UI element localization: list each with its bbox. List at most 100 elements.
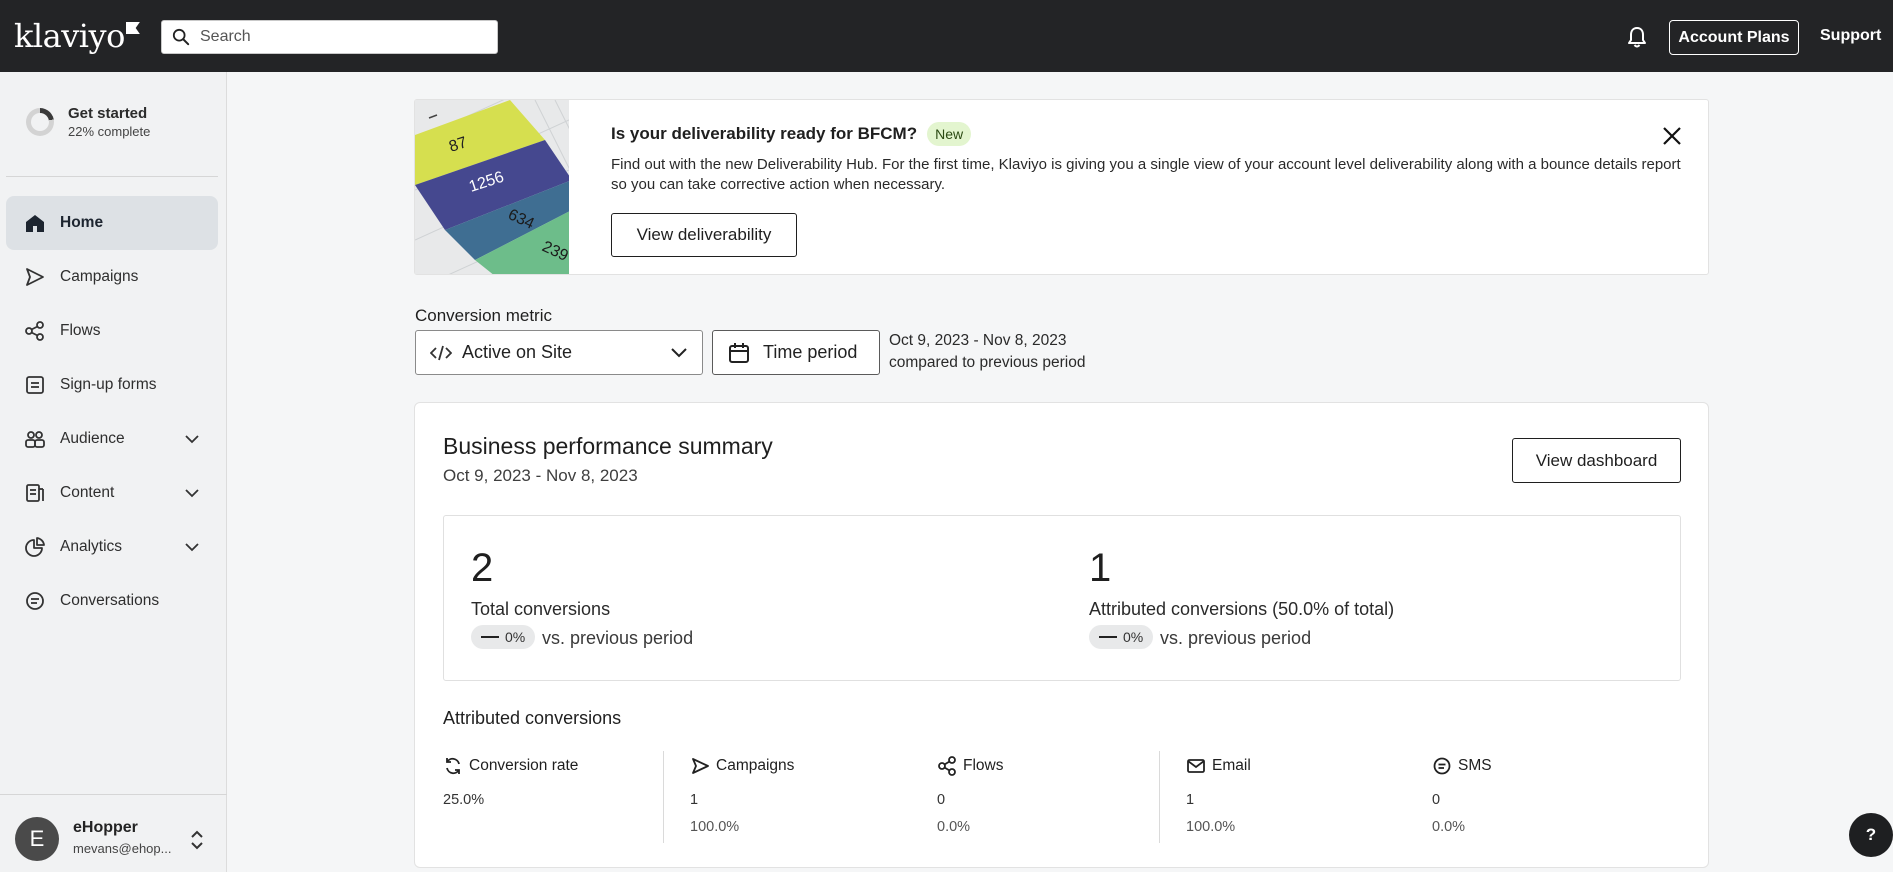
conversion-metric-value: Active on Site: [462, 342, 573, 362]
sidebar-item-label: Content: [60, 484, 115, 501]
support-link[interactable]: Support: [1820, 27, 1881, 45]
sidebar-nav: Home Campaigns Flows Sign-up forms Audie…: [6, 196, 218, 628]
user-menu[interactable]: E eHopper mevans@ehop...: [0, 794, 227, 872]
metric-percent: 100.0%: [690, 819, 740, 835]
dash-icon: [1099, 636, 1117, 638]
metric-label: Campaigns: [716, 757, 795, 774]
chevron-down-icon: [185, 435, 199, 444]
klaviyo-logo[interactable]: klaviyo: [14, 18, 140, 54]
banner-title: Is your deliverability ready for BFCM? N…: [611, 122, 972, 146]
stat-value: 1: [1089, 546, 1112, 590]
close-icon[interactable]: [1662, 126, 1682, 146]
business-performance-card: Business performance summary Oct 9, 2023…: [414, 402, 1709, 868]
metric-label: SMS: [1458, 757, 1492, 774]
view-deliverability-button[interactable]: View deliverability: [611, 213, 797, 257]
avatar: E: [15, 817, 59, 861]
user-name: eHopper: [73, 819, 138, 836]
user-email: mevans@ehop...: [73, 841, 172, 856]
sidebar-item-label: Conversations: [60, 592, 160, 609]
bell-icon[interactable]: [1626, 25, 1648, 49]
refresh-icon: [446, 757, 460, 775]
chevron-down-icon: [185, 489, 199, 498]
sidebar-item-label: Campaigns: [60, 268, 139, 285]
metric-percent: 0.0%: [937, 819, 971, 835]
divider: [663, 751, 664, 843]
chevron-updown-icon: [191, 830, 203, 850]
progress-ring: [26, 108, 54, 136]
content-icon: [24, 482, 46, 504]
send-icon: [692, 758, 709, 774]
get-started-progress: 22% complete: [68, 124, 151, 139]
get-started[interactable]: Get started 22% complete: [26, 105, 150, 139]
account-plans-button[interactable]: Account Plans: [1669, 20, 1799, 55]
home-icon: [24, 212, 46, 234]
help-button[interactable]: ?: [1849, 813, 1893, 857]
metric-sms: SMS 0 0.0%: [1432, 756, 1492, 835]
chevron-down-icon: [671, 348, 687, 358]
new-badge: New: [927, 122, 972, 146]
metric-value: 0: [937, 792, 946, 808]
sidebar-item-content[interactable]: Content: [6, 466, 218, 520]
metric-percent: 100.0%: [1186, 819, 1236, 835]
sidebar-item-audience[interactable]: Audience: [6, 412, 218, 466]
sidebar-item-label: Flows: [60, 322, 101, 339]
view-dashboard-button[interactable]: View dashboard: [1512, 438, 1681, 483]
sidebar-item-flows[interactable]: Flows: [6, 304, 218, 358]
banner-description: Find out with the new Deliverability Hub…: [611, 156, 1681, 193]
top-bar: klaviyo Account Plans Support: [0, 0, 1893, 72]
metric-percent: 0.0%: [1432, 819, 1466, 835]
flows-icon: [24, 320, 46, 342]
metric-value: 1: [1186, 792, 1195, 808]
form-icon: [24, 374, 46, 396]
metric-value: 25.0%: [443, 792, 485, 808]
time-period-label: Time period: [763, 342, 858, 362]
attributed-conversions-title: Attributed conversions: [443, 708, 622, 728]
stat-comparison: vs. previous period: [1160, 628, 1312, 648]
sms-icon: [1433, 757, 1451, 775]
sidebar-item-campaigns[interactable]: Campaigns: [6, 250, 218, 304]
logo-flag-icon: [125, 22, 140, 34]
dash-icon: [481, 636, 499, 638]
metric-label: Flows: [963, 757, 1004, 774]
send-icon: [24, 266, 46, 288]
mail-icon: [1187, 759, 1205, 773]
card-date: Oct 9, 2023 - Nov 8, 2023: [443, 466, 638, 485]
metric-label: Conversion rate: [469, 757, 579, 774]
metric-value: 1: [690, 792, 699, 808]
comparison-text: compared to previous period: [889, 354, 1086, 371]
card-title: Business performance summary: [443, 433, 773, 459]
analytics-icon: [24, 536, 46, 558]
sidebar-item-label: Sign-up forms: [60, 376, 157, 393]
sidebar-item-signup-forms[interactable]: Sign-up forms: [6, 358, 218, 412]
flows-icon: [938, 756, 956, 776]
change-badge: 0%: [1089, 625, 1154, 649]
change-value: 0%: [1123, 629, 1144, 645]
search-icon: [172, 28, 190, 46]
conversion-metric-label: Conversion metric: [415, 306, 552, 325]
banner-illustration: 87 1256 634 239: [415, 100, 569, 274]
stat-label: Attributed conversions (50.0% of total): [1089, 599, 1395, 619]
time-period-button[interactable]: Time period: [712, 330, 880, 375]
change-badge: 0%: [471, 625, 536, 649]
search-box[interactable]: [161, 20, 498, 54]
metric-conversion-rate: Conversion rate 25.0%: [443, 756, 579, 808]
sidebar-item-label: Analytics: [60, 538, 123, 555]
audience-icon: [24, 428, 46, 450]
stat-comparison: vs. previous period: [542, 628, 694, 648]
search-input[interactable]: [200, 28, 480, 46]
stats-panel: 2 Total conversions 0% vs. previous peri…: [443, 515, 1681, 681]
conversion-metric-select[interactable]: Active on Site: [415, 330, 703, 375]
chevron-down-icon: [185, 543, 199, 552]
sidebar-item-home[interactable]: Home: [6, 196, 218, 250]
deliverability-banner: 87 1256 634 239 Is your deliverability r…: [414, 99, 1709, 275]
stat-label: Total conversions: [471, 599, 611, 619]
sidebar-item-label: Home: [60, 214, 104, 231]
sidebar-item-label: Audience: [60, 430, 125, 447]
metric-email: Email 1 100.0%: [1186, 756, 1251, 835]
sidebar: Get started 22% complete Home Campaigns …: [0, 72, 227, 872]
sidebar-item-conversations[interactable]: Conversations: [6, 574, 218, 628]
divider: [6, 176, 218, 177]
sidebar-item-analytics[interactable]: Analytics: [6, 520, 218, 574]
banner-title-text: Is your deliverability ready for BFCM?: [611, 124, 918, 143]
date-range: Oct 9, 2023 - Nov 8, 2023: [889, 332, 1067, 349]
